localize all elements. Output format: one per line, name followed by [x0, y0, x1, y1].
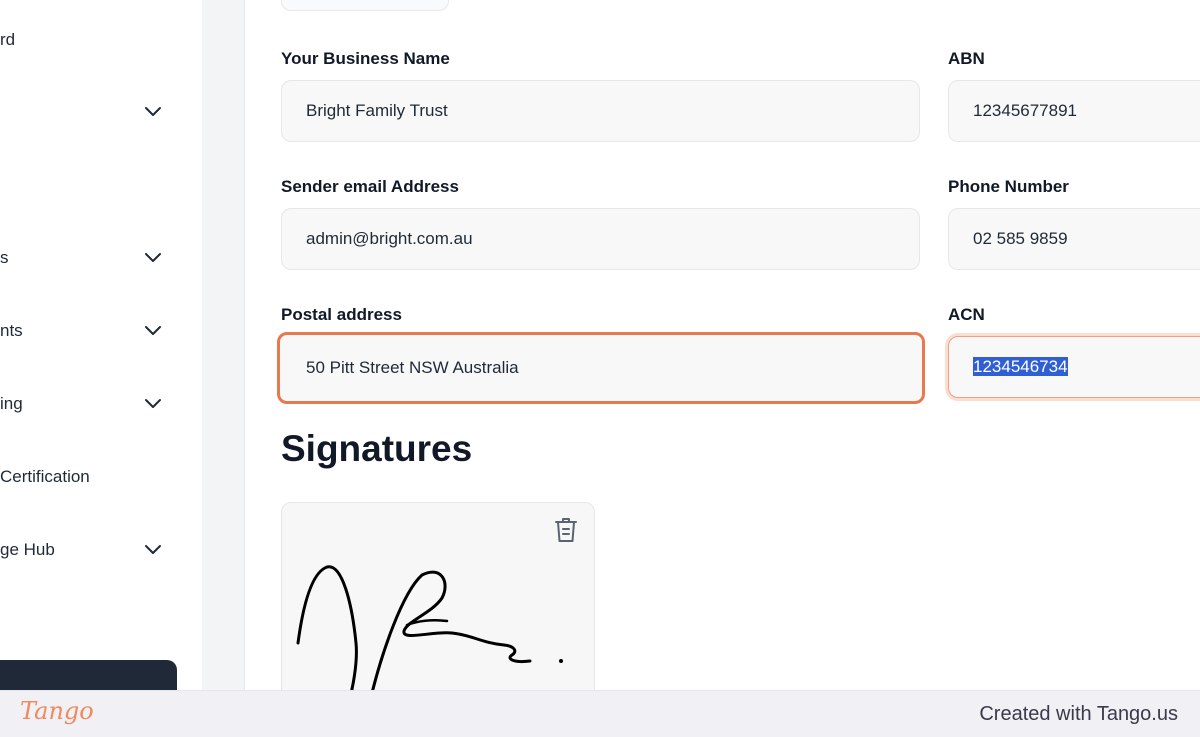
abn-label: ABN — [948, 49, 985, 68]
sidebar-item-label: ge Hub — [0, 540, 55, 559]
signature-card — [281, 502, 595, 690]
sender-email-label: Sender email Address — [281, 177, 459, 196]
acn-input[interactable]: 1234546734 — [948, 336, 1200, 398]
tango-credit: Created with Tango.us — [979, 703, 1178, 725]
sidebar-item-hub[interactable]: ge Hub — [0, 540, 180, 564]
sidebar-item-label: ing — [0, 394, 23, 413]
content-gutter — [202, 0, 244, 690]
sidebar: rd s nts ing Certification ge Hub — [0, 0, 203, 690]
sidebar-item-group-s[interactable]: s — [0, 248, 180, 272]
abn-input[interactable]: 12345677891 — [948, 80, 1200, 142]
sidebar-item-label: rd — [0, 30, 16, 49]
chevron-down-icon — [145, 107, 161, 116]
previous-field-edge — [281, 0, 449, 11]
phone-number-input[interactable]: 02 585 9859 — [948, 208, 1200, 270]
acn-label: ACN — [948, 305, 985, 324]
signatures-heading: Signatures — [281, 428, 473, 469]
sidebar-item-certification[interactable]: Certification — [0, 467, 180, 491]
sidebar-item-group-nts[interactable]: nts — [0, 321, 180, 345]
footer-bar: Tango Created with Tango.us — [0, 690, 1200, 737]
postal-address-input[interactable]: 50 Pitt Street NSW Australia — [277, 332, 925, 404]
business-name-label: Your Business Name — [281, 49, 450, 68]
sidebar-item-label: s — [0, 248, 9, 267]
sidebar-item-collapsed-group[interactable] — [0, 100, 180, 124]
sidebar-item-group-ing[interactable]: ing — [0, 394, 180, 418]
chevron-down-icon — [145, 545, 161, 554]
sidebar-account-panel[interactable] — [0, 660, 177, 690]
sidebar-item-label: nts — [0, 321, 23, 340]
tango-logo: Tango — [20, 697, 94, 725]
phone-number-label: Phone Number — [948, 177, 1069, 196]
chevron-down-icon — [145, 253, 161, 262]
sidebar-item-dashboard[interactable]: rd — [0, 30, 180, 50]
signature-image — [296, 565, 563, 690]
acn-selected-text: 1234546734 — [973, 357, 1068, 376]
chevron-down-icon — [145, 326, 161, 335]
postal-address-label: Postal address — [281, 305, 402, 324]
sidebar-item-label: Certification — [0, 467, 90, 486]
business-name-input[interactable]: Bright Family Trust — [281, 80, 920, 142]
chevron-down-icon — [145, 399, 161, 408]
settings-form: Your Business Name Bright Family Trust A… — [244, 0, 1200, 690]
sender-email-input[interactable]: admin@bright.com.au — [281, 208, 920, 270]
